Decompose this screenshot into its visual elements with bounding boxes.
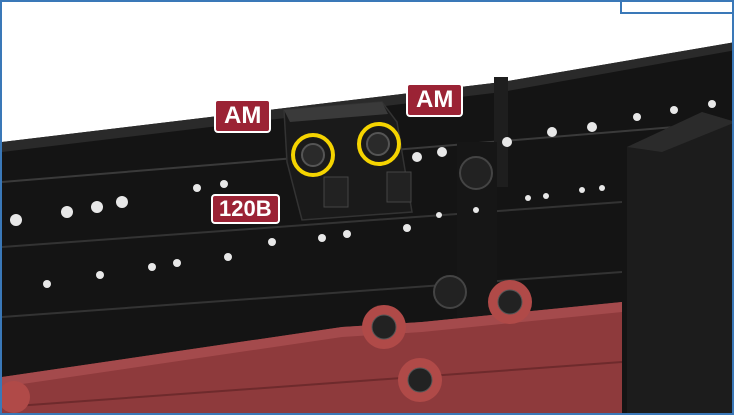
photo-frame: AM AM 120B (0, 0, 734, 415)
rack-photo (2, 2, 732, 413)
device-box (627, 112, 732, 413)
label-am-left: AM (214, 99, 272, 134)
label-am-right: AM (406, 83, 464, 118)
frame-notch (620, 2, 732, 14)
label-120b: 120B (211, 194, 280, 225)
